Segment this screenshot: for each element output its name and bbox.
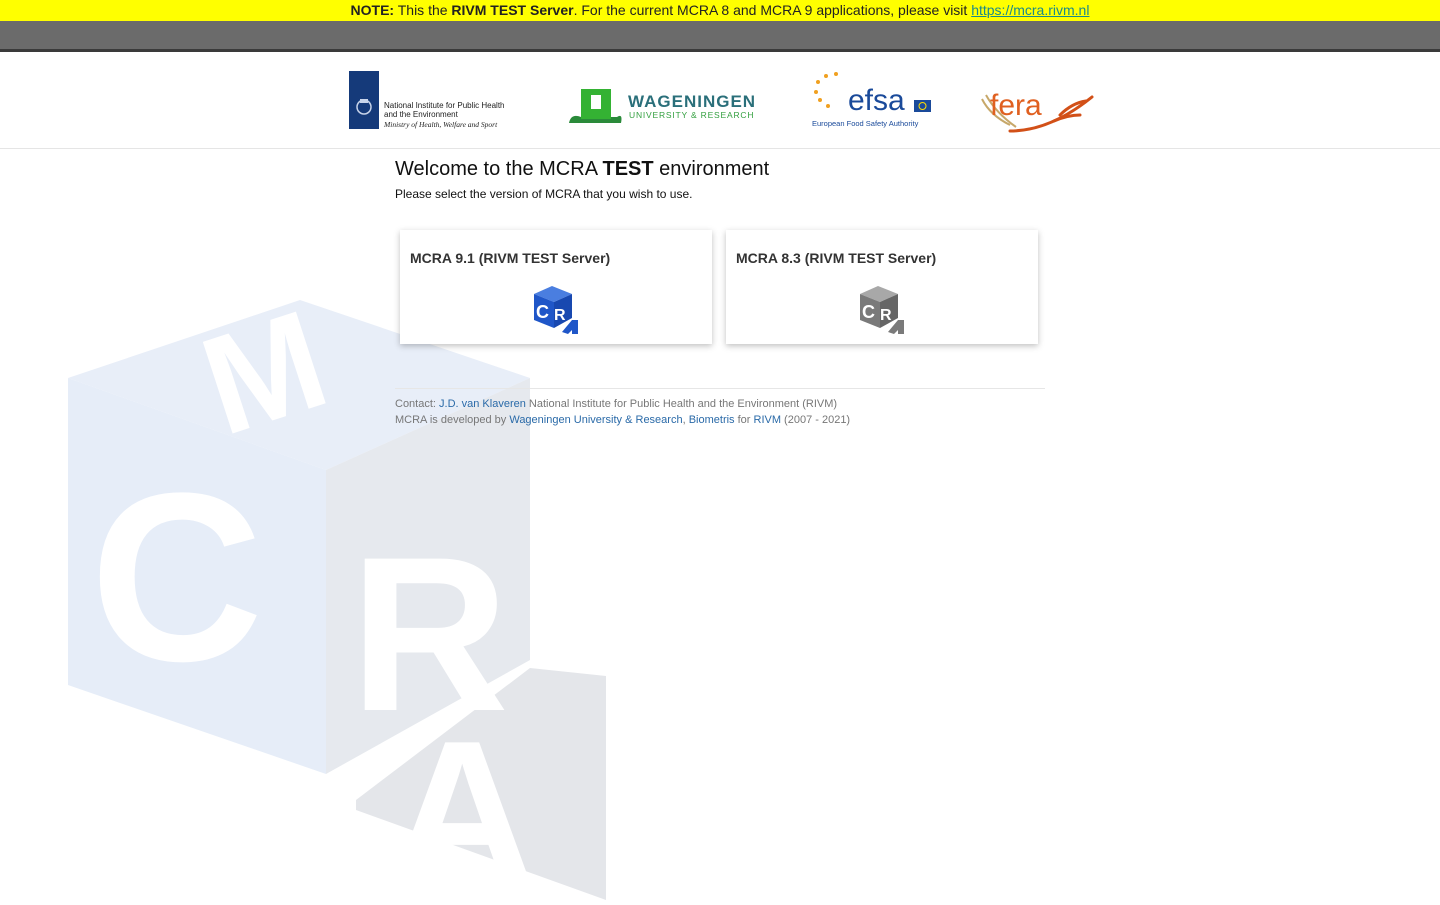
mcra-9-1-card[interactable]: MCRA 9.1 (RIVM TEST Server) C R [400, 230, 712, 344]
svg-text:WAGENINGEN: WAGENINGEN [628, 92, 756, 111]
svg-text:C: C [862, 302, 875, 322]
svg-text:National Institute for Public: National Institute for Public Health [384, 101, 505, 110]
notice-text: This the [394, 2, 452, 18]
svg-text:European Food Safety Authority: European Food Safety Authority [812, 119, 919, 128]
svg-text:R: R [554, 307, 566, 324]
svg-text:fera: fera [990, 89, 1042, 122]
page-subtitle: Please select the version of MCRA that y… [395, 187, 693, 201]
mcra-cube-icon: C R [532, 284, 580, 334]
svg-text:C: C [536, 302, 549, 322]
partner-logos-bar: National Institute for Public Health and… [0, 52, 1440, 149]
svg-text:and the Environment: and the Environment [384, 110, 459, 119]
main-content: Welcome to the MCRA TEST environment Ple… [395, 155, 1045, 426]
card-title: MCRA 9.1 (RIVM TEST Server) [410, 250, 611, 266]
rivm-link[interactable]: RIVM [754, 414, 782, 426]
mcra-8-3-card[interactable]: MCRA 8.3 (RIVM TEST Server) C R [726, 230, 1038, 344]
top-navigation-bar [0, 21, 1440, 52]
biometris-link[interactable]: Biometris [689, 414, 735, 426]
card-title: MCRA 8.3 (RIVM TEST Server) [736, 250, 937, 266]
svg-text:A: A [390, 700, 534, 900]
mcra-production-link[interactable]: https://mcra.rivm.nl [971, 2, 1089, 18]
efsa-logo: efsa European Food Safety Authority [812, 72, 934, 130]
test-server-notice: NOTE: This the RIVM TEST Server. For the… [0, 0, 1440, 21]
notice-text-2: . For the current MCRA 8 and MCRA 9 appl… [573, 2, 972, 18]
contact-line: Contact: J.D. van Klaveren National Inst… [395, 398, 838, 410]
notice-label: NOTE: [350, 2, 395, 18]
rivm-logo: National Institute for Public Health and… [349, 71, 519, 133]
footer-divider [395, 388, 1045, 389]
contact-link[interactable]: J.D. van Klaveren [439, 398, 526, 410]
footer: Contact: J.D. van Klaveren National Inst… [395, 396, 850, 428]
mcra-watermark-cube: M C R A [60, 280, 620, 905]
mcra-cube-icon: C R [858, 284, 906, 334]
svg-text:R: R [880, 307, 892, 324]
notice-server-name: RIVM TEST Server [451, 2, 574, 18]
page-title: Welcome to the MCRA TEST environment [395, 158, 770, 180]
svg-text:efsa: efsa [848, 84, 905, 117]
fera-logo: fera [980, 85, 1096, 135]
wur-link[interactable]: Wageningen University & Research [509, 414, 682, 426]
wageningen-logo: WAGENINGEN UNIVERSITY & RESEARCH [567, 87, 772, 129]
svg-text:Ministry of Health, Welfare an: Ministry of Health, Welfare and Sport [383, 120, 498, 129]
svg-text:UNIVERSITY & RESEARCH: UNIVERSITY & RESEARCH [629, 110, 754, 120]
developer-line: MCRA is developed by Wageningen Universi… [395, 414, 851, 426]
svg-text:C: C [90, 443, 263, 711]
